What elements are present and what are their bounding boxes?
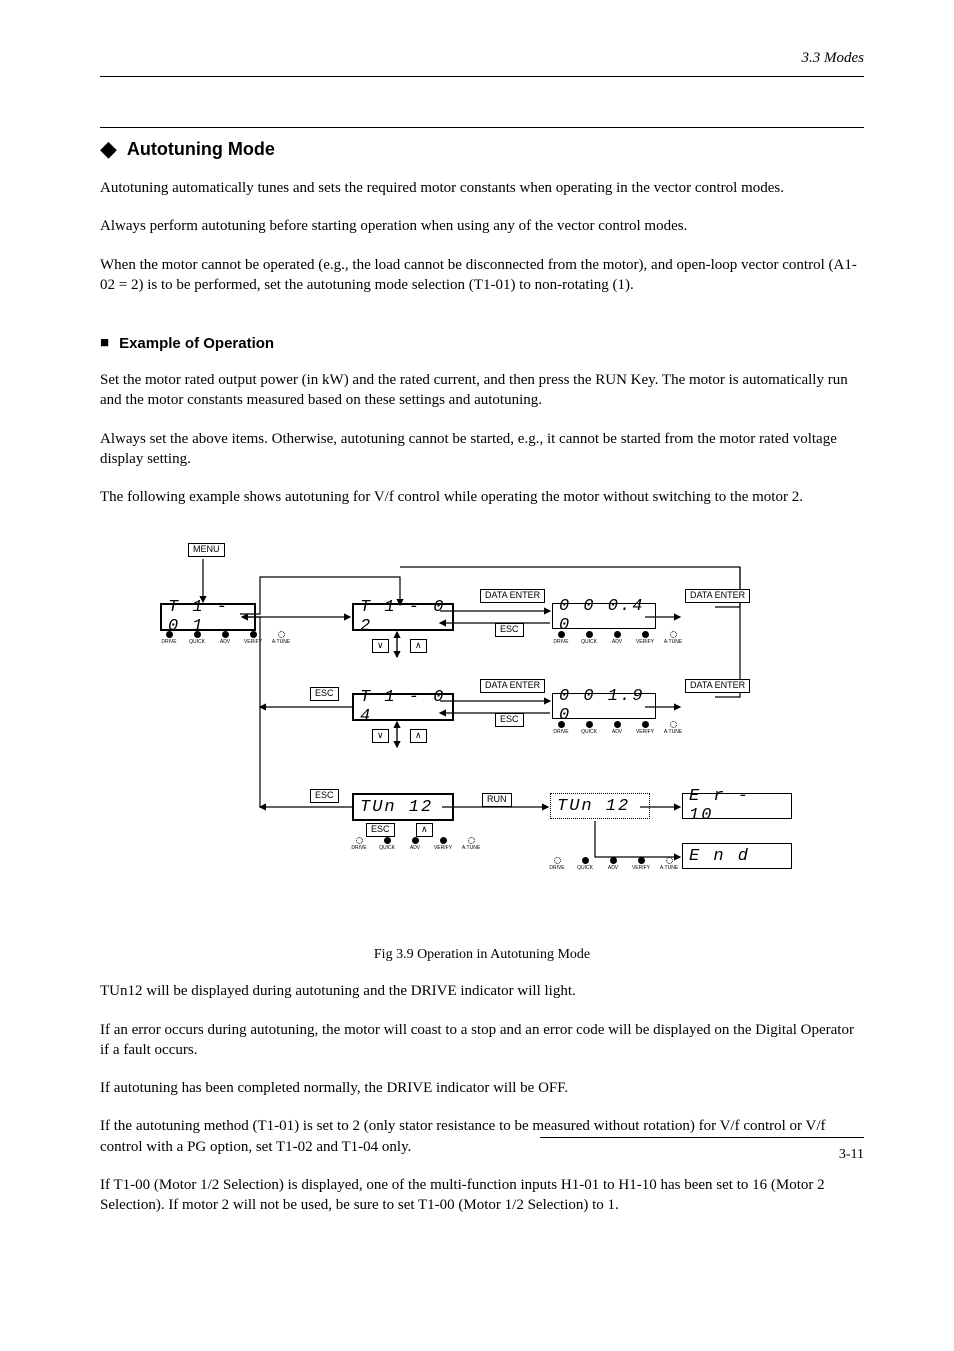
key-up-2: ∧	[410, 729, 427, 743]
display-end: E n d	[682, 843, 792, 869]
led-row-t1-01: DRIVE QUICK ADV VERIFY A.TUNE	[158, 631, 292, 645]
key-esc-3: ESC	[495, 713, 524, 727]
post-p3: If autotuning has been completed normall…	[100, 1078, 864, 1098]
key-down: ∨	[372, 639, 389, 653]
diamond-icon: ◆	[100, 138, 117, 160]
key-up: ∧	[410, 639, 427, 653]
subheading: Example of Operation	[119, 335, 274, 352]
example-p2: Always set the above items. Otherwise, a…	[100, 429, 864, 470]
key-esc-2: ESC	[310, 687, 339, 701]
display-t1-04: T 1 - 0 4	[352, 693, 454, 721]
seg-tun12-a: TUn 12	[360, 798, 433, 817]
section-heading-row: ◆ Autotuning Mode	[100, 138, 864, 160]
autotuning-flow-diagram: MENU T 1 - 0 1 DRIVE QUICK ADV VERIFY A.…	[160, 537, 840, 937]
example-p3: The following example shows autotuning f…	[100, 487, 864, 507]
display-val-00190: 0 0 1.9 0	[552, 693, 656, 719]
led-row-tun-a: DRIVE QUICK ADV VERIFY A.TUNE	[348, 837, 482, 851]
seg-00190: 0 0 1.9 0	[559, 687, 649, 725]
key-data-enter-3: DATA ENTER	[480, 679, 545, 693]
figure-caption: Fig 3.9 Operation in Autotuning Mode	[100, 947, 864, 963]
key-esc-1: ESC	[495, 623, 524, 637]
square-icon: ■	[100, 335, 109, 352]
subheading-row: ■ Example of Operation	[100, 335, 864, 352]
display-tun12-b: TUn 12	[550, 793, 650, 819]
seg-00040: 0 0 0.4 0	[559, 597, 649, 635]
display-tun12-a: TUn 12	[352, 793, 454, 821]
post-p2: If an error occurs during autotuning, th…	[100, 1020, 864, 1061]
key-data-enter-1: DATA ENTER	[480, 589, 545, 603]
key-data-enter-4: DATA ENTER	[685, 679, 750, 693]
key-data-enter-2: DATA ENTER	[685, 589, 750, 603]
page-number: 3-11	[839, 1147, 864, 1163]
key-up-3: ∧	[416, 823, 433, 837]
section-title: Autotuning Mode	[127, 139, 275, 160]
seg-t1-04: T 1 - 0 4	[360, 688, 446, 726]
section-p2: Always perform autotuning before startin…	[100, 216, 864, 236]
page: 3.3 Modes ◆ Autotuning Mode Autotuning a…	[0, 0, 954, 1265]
key-esc-4: ESC	[310, 789, 339, 803]
display-t1-02: T 1 - 0 2	[352, 603, 454, 631]
seg-t1-02: T 1 - 0 2	[360, 598, 446, 636]
seg-tun12-b: TUn 12	[557, 797, 630, 816]
led-row-v2: DRIVE QUICK ADV VERIFY A.TUNE	[550, 721, 684, 735]
post-p5: If T1-00 (Motor 1/2 Selection) is displa…	[100, 1175, 864, 1216]
key-down-2: ∨	[372, 729, 389, 743]
rule-bottom	[540, 1137, 864, 1138]
key-esc-5: ESC	[366, 823, 395, 837]
section-p1: Autotuning automatically tunes and sets …	[100, 178, 864, 198]
display-val-00040: 0 0 0.4 0	[552, 603, 656, 629]
example-p1: Set the motor rated output power (in kW)…	[100, 370, 864, 411]
rule-sub	[100, 127, 864, 128]
led-row-tun-b: DRIVE QUICK ADV VERIFY A.TUNE	[546, 857, 680, 871]
post-p1: TUn12 will be displayed during autotunin…	[100, 981, 864, 1001]
display-er-10: E r - 10	[682, 793, 792, 819]
key-menu: MENU	[188, 543, 225, 557]
section-p3: When the motor cannot be operated (e.g.,…	[100, 255, 864, 296]
seg-er10: E r - 10	[689, 787, 785, 825]
section-reference: 3.3 Modes	[802, 50, 865, 67]
key-run: RUN	[482, 793, 512, 807]
rule-top	[100, 76, 864, 77]
display-t1-01: T 1 - 0 1	[160, 603, 256, 631]
seg-end: E n d	[689, 847, 750, 866]
led-row-v1: DRIVE QUICK ADV VERIFY A.TUNE	[550, 631, 684, 645]
